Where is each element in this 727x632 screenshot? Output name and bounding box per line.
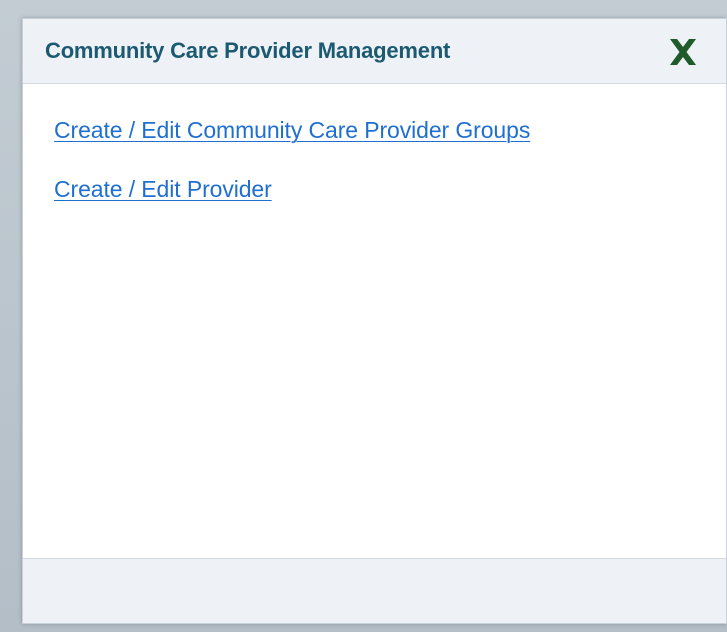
create-edit-provider-link[interactable]: Create / Edit Provider [54, 176, 272, 203]
create-edit-provider-groups-link[interactable]: Create / Edit Community Care Provider Gr… [54, 117, 530, 144]
close-x-icon [670, 39, 696, 65]
dialog-footer [23, 558, 726, 623]
close-button[interactable] [663, 33, 703, 71]
dialog-header: Community Care Provider Management [23, 19, 726, 84]
dialog-body: Create / Edit Community Care Provider Gr… [23, 84, 726, 558]
provider-management-dialog: Community Care Provider Management Creat… [22, 18, 727, 624]
dialog-title: Community Care Provider Management [45, 38, 451, 63]
